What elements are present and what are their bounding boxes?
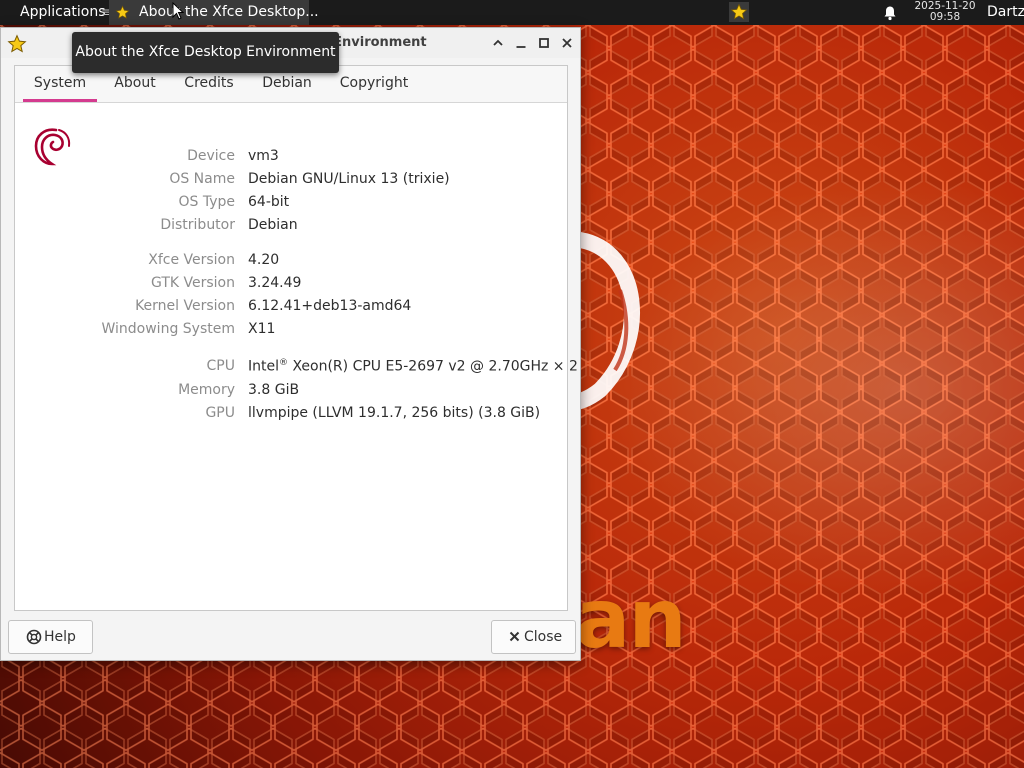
kernel-version-label: Kernel Version — [135, 298, 235, 314]
gpu-value: llvmpipe (LLVM 19.1.7, 256 bits) (3.8 Gi… — [248, 405, 541, 421]
memory-value: 3.8 GiB — [248, 382, 300, 398]
gpu-label: GPU — [205, 405, 235, 421]
minimize-icon — [516, 46, 526, 48]
help-button-label: Help — [44, 629, 76, 645]
applications-menu[interactable]: Applications ≡ — [0, 0, 112, 25]
os-name-label: OS Name — [169, 171, 235, 187]
registered-mark: ® — [279, 358, 288, 368]
gtk-version-label: GTK Version — [150, 275, 235, 291]
help-button[interactable]: Help — [8, 620, 93, 654]
distributor-value: Debian — [248, 217, 298, 233]
memory-label: Memory — [178, 382, 235, 398]
kernel-version-value: 6.12.41+deb13-amd64 — [248, 298, 412, 314]
notification-bell-icon[interactable] — [882, 5, 898, 21]
cpu-label: CPU — [206, 358, 235, 374]
close-button-label: Close — [524, 629, 563, 645]
cpu-vendor: Intel — [248, 358, 279, 375]
tooltip: About the Xfce Desktop Environment — [72, 32, 339, 73]
device-value: vm3 — [248, 148, 279, 164]
tab-copyright[interactable]: Copyright — [331, 66, 417, 102]
xfce-star-icon[interactable] — [7, 34, 27, 54]
close-window-button[interactable] — [559, 35, 575, 51]
cpu-value: Intel® Xeon(R) CPU E5-2697 v2 @ 2.70GHz … — [248, 358, 578, 375]
applications-label: Applications — [20, 4, 106, 20]
close-icon — [509, 631, 520, 642]
close-icon — [562, 38, 572, 48]
tray-xfce-star[interactable] — [729, 2, 749, 22]
os-type-label: OS Type — [178, 194, 235, 210]
maximize-button[interactable] — [536, 35, 552, 51]
minimize-button[interactable] — [513, 35, 529, 51]
info-notebook: System About Credits Debian Copyright De… — [14, 65, 578, 611]
shade-button[interactable] — [490, 35, 506, 51]
windowing-system-value: X11 — [248, 321, 276, 337]
distributor-label: Distributor — [160, 217, 235, 233]
maximize-icon — [539, 38, 549, 48]
xfce-star-icon — [115, 5, 130, 19]
about-xfce-window: About the Xfce Desktop Environment Syste… — [0, 27, 581, 661]
os-type-value: 64-bit — [248, 194, 290, 210]
gtk-version-value: 3.24.49 — [248, 275, 302, 291]
xfce-version-label: Xfce Version — [148, 252, 235, 268]
taskbar-button-label: About the Xfce Desktop... — [139, 4, 319, 20]
xfce-version-value: 4.20 — [248, 252, 280, 268]
cpu-model: Xeon(R) CPU E5-2697 v2 @ 2.70GHz × 2 — [288, 358, 578, 375]
mouse-cursor-icon — [172, 2, 184, 20]
clock-time: 09:58 — [929, 11, 961, 23]
help-lifebuoy-icon — [26, 629, 42, 645]
taskbar-button-about[interactable]: About the Xfce Desktop... — [109, 0, 319, 25]
panel-clock[interactable]: 2025-11-20 09:58 — [910, 1, 980, 23]
wallpaper-text: an — [575, 572, 687, 667]
xfce-star-icon — [730, 3, 748, 20]
top-panel: Applications ≡ About the Xfce Desktop...… — [0, 0, 1024, 25]
close-button[interactable]: Close — [491, 620, 576, 654]
windowing-system-label: Windowing System — [101, 321, 235, 337]
chevron-up-icon — [493, 39, 503, 46]
device-label: Device — [187, 148, 235, 164]
user-menu[interactable]: Dartz — [987, 0, 1024, 25]
os-name-value: Debian GNU/Linux 13 (trixie) — [248, 171, 450, 187]
